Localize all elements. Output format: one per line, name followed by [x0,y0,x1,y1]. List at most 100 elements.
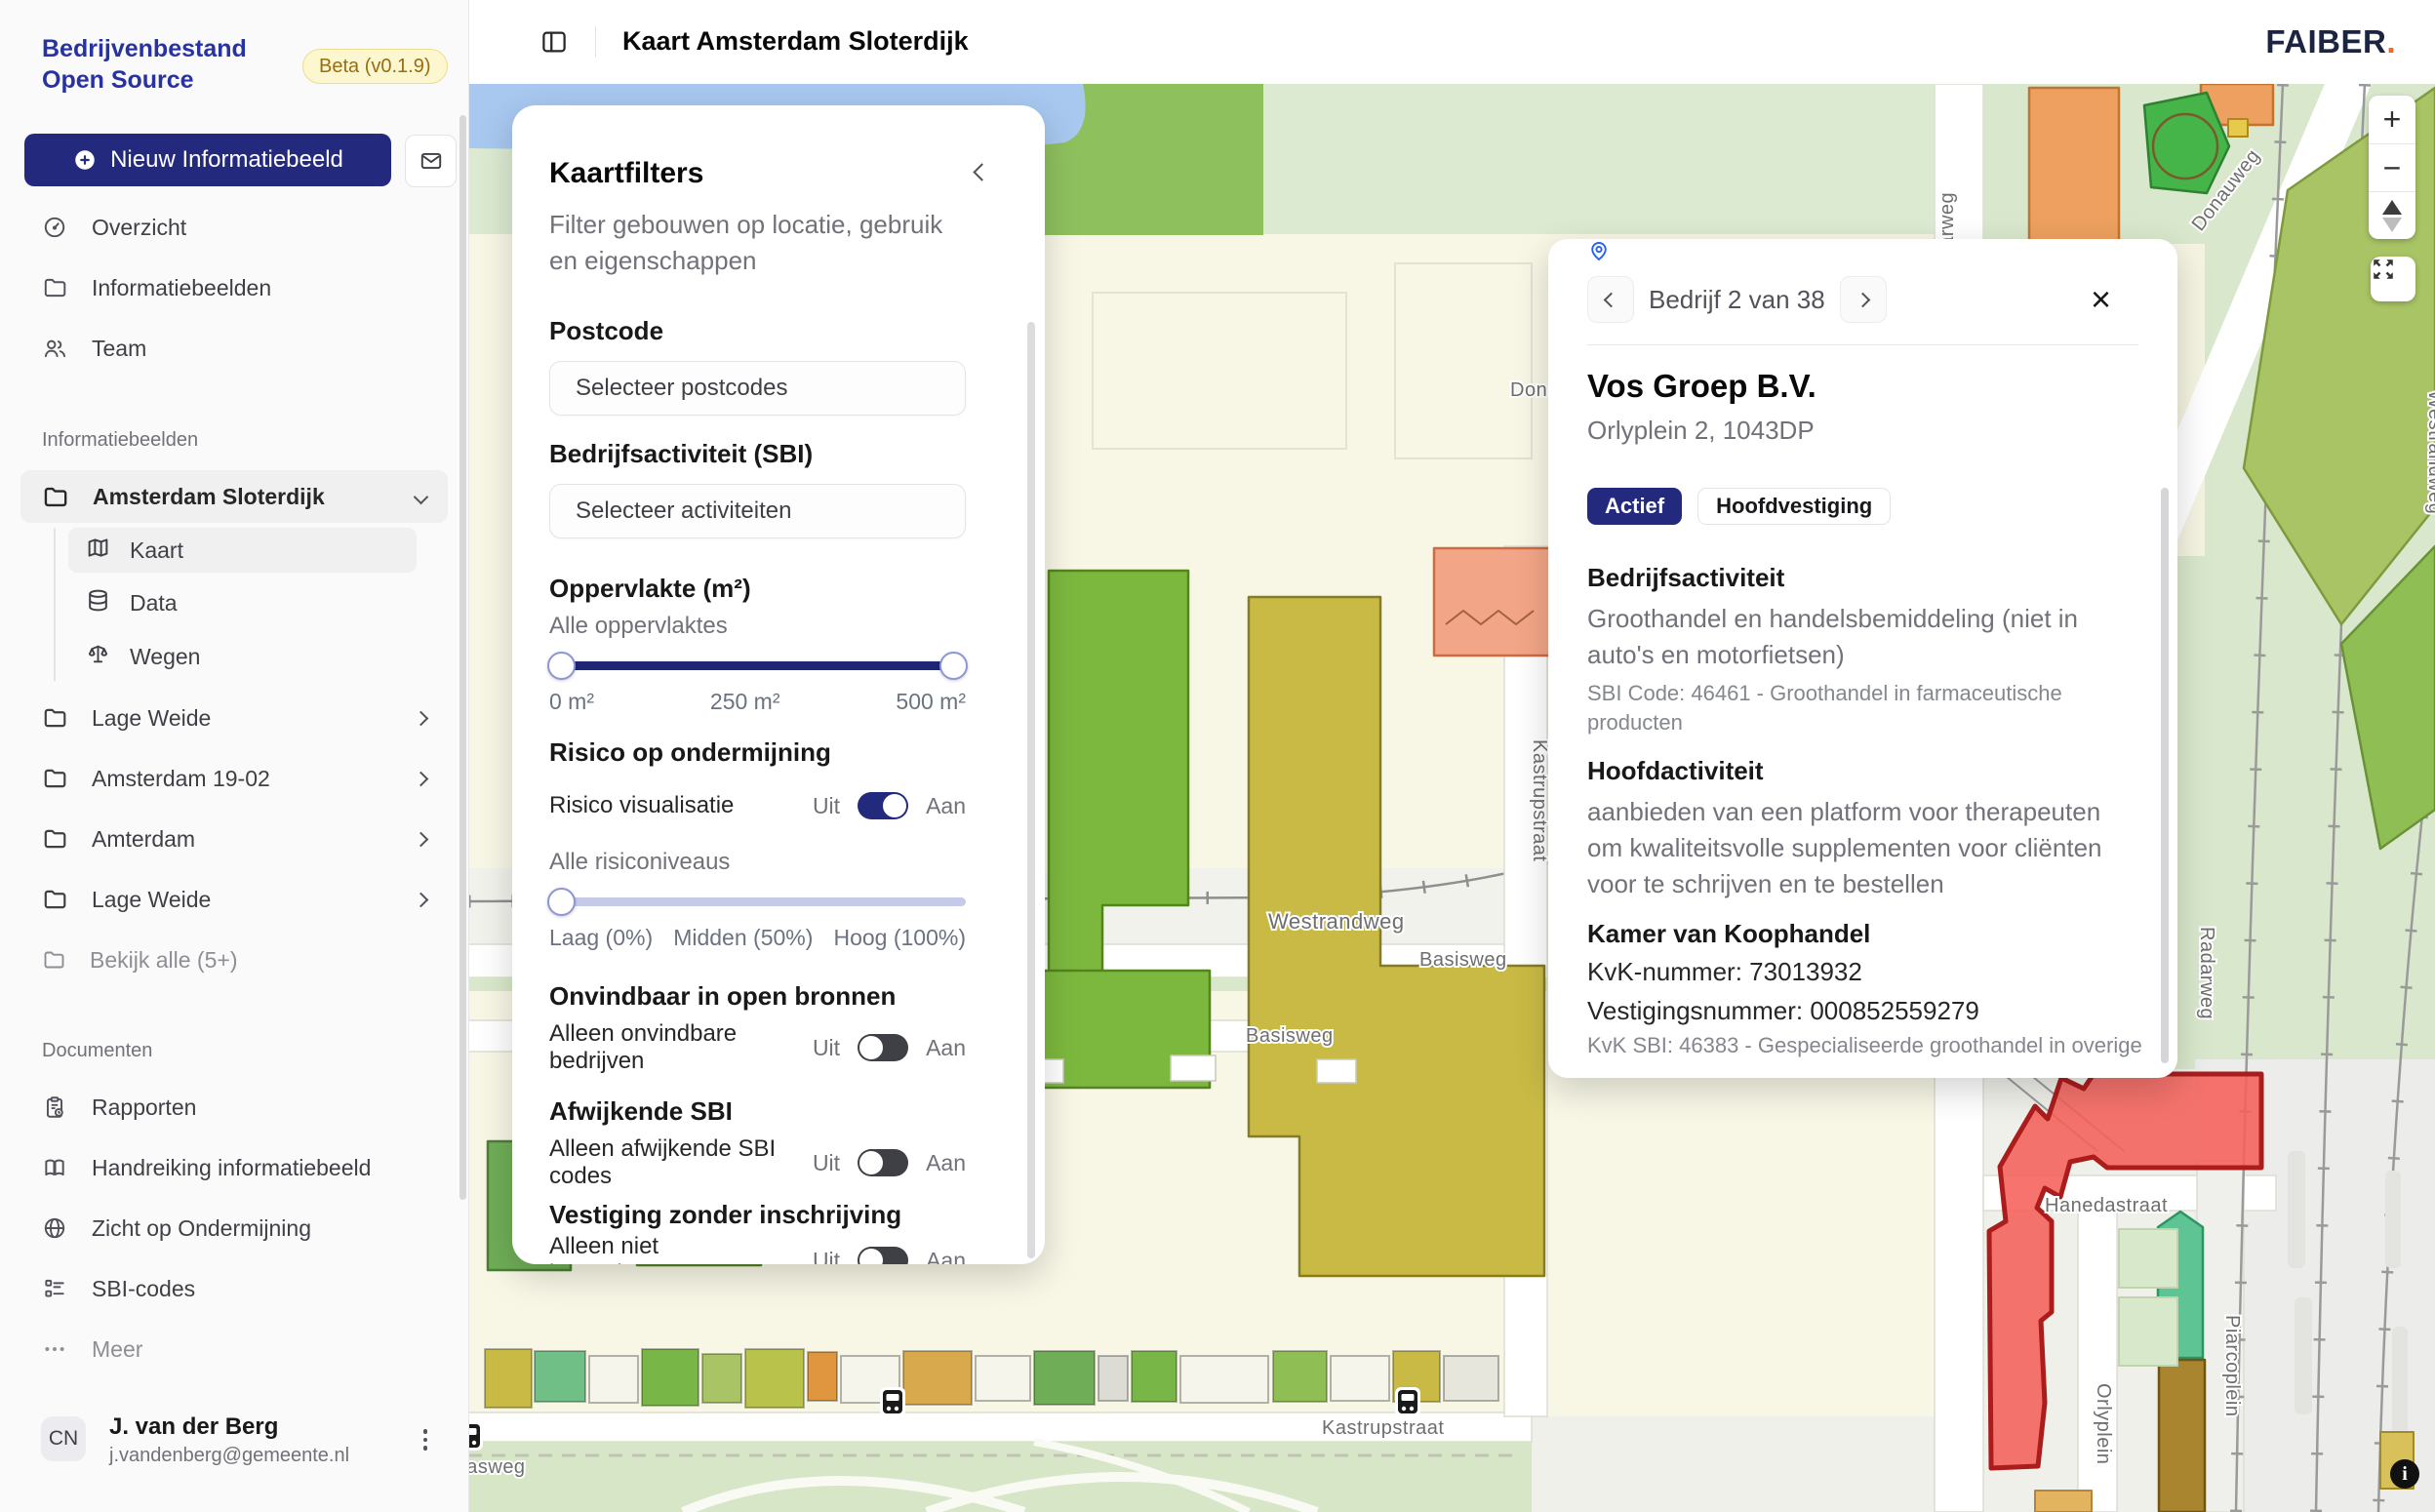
sidebar-subitem-kaart[interactable]: Kaart [68,528,417,573]
unregistered-toggle[interactable] [858,1247,908,1264]
users-icon [42,336,67,361]
chevron-right-icon [414,710,429,726]
slider-handle[interactable] [547,888,576,916]
street-label: Westrandweg [1268,909,1405,934]
sidebar-item-rapporten[interactable]: Rapporten [20,1081,448,1134]
sidebar-subitem-data[interactable]: Data [68,580,417,625]
sidebar-folder-lage-weide[interactable]: Lage Weide [20,692,448,744]
fullscreen-button[interactable] [2371,257,2415,301]
unregistered-label: Vestiging zonder inschrijving [549,1200,966,1229]
compass-icon [2382,200,2402,232]
risk-toggle-label: Risico visualisatie [549,792,795,819]
close-icon[interactable]: × [2091,282,2111,317]
off-label: Uit [813,793,840,819]
sidebar-subitem-wegen[interactable]: Wegen [68,634,417,679]
sidebar-folder-amsterdam-19-02[interactable]: Amsterdam 19-02 [20,752,448,805]
mail-button[interactable] [405,135,457,187]
divider [595,26,596,58]
slider-handle-max[interactable] [939,652,968,680]
street-label: Basisweg [1419,949,1507,971]
area-label: Oppervlakte (m²) [549,574,966,603]
sidebar-item-overzicht[interactable]: Overzicht [20,201,448,254]
previous-company-button[interactable] [1587,276,1634,323]
map-icon [86,536,110,566]
popup-scrollbar[interactable] [2161,488,2169,1063]
sbi-label: Bedrijfsactiviteit (SBI) [549,439,966,468]
deviant-toggle-label: Alleen afwijkende SBI codes [549,1135,795,1190]
map-pin-icon [1587,239,1611,262]
risk-tick-high: Hoog (100%) [833,923,966,952]
sidebar-folder-lage-weide-2[interactable]: Lage Weide [20,873,448,926]
panel-left-icon [539,27,569,57]
postcode-select[interactable]: Selecteer postcodes [549,361,966,416]
section-documenten: Documenten [42,1040,152,1062]
section-informatiebeelden: Informatiebeelden [42,429,198,452]
folder-icon [42,766,67,791]
map-filters-panel: Kaartfilters Filter gebouwen op locatie,… [512,105,1045,1264]
filter-panel-scrollbar[interactable] [1027,322,1035,1258]
toggle-knob [859,1151,883,1174]
top-bar: Kaart Amsterdam Sloterdijk FAIBER. [468,0,2435,84]
book-open-icon [42,1155,67,1180]
zoom-in-button[interactable]: + [2369,96,2415,143]
folder-icon [42,275,67,300]
company-detail-popup: Bedrijf 2 van 38 × Vos Groep B.V. Orlypl… [1548,239,2177,1078]
deviant-sbi-toggle[interactable] [858,1149,908,1176]
sidebar-item-handreiking[interactable]: Handreiking informatiebeeld [20,1141,448,1194]
vestigings-number: Vestigingsnummer: 000852559279 [1587,994,2138,1027]
sidebar: BedrijvenbestandOpen Source Beta (v0.1.9… [0,0,469,1512]
kvk-heading: Kamer van Koophandel [1587,918,2138,949]
sidebar-item-informatiebeelden[interactable]: Informatiebeelden [20,261,448,314]
sidebar-toggle-button[interactable] [537,25,572,59]
sidebar-folder-amsterdam-sloterdijk[interactable]: Amsterdam Sloterdijk [20,470,448,523]
slider-handle-min[interactable] [547,652,576,680]
database-icon [86,588,110,618]
sidebar-item-zicht-op-ondermijning[interactable]: Zicht op Ondermijning [20,1202,448,1254]
next-company-button[interactable] [1840,276,1887,323]
risk-levels-sublabel: Alle risiconiveaus [549,847,966,878]
unfindable-toggle[interactable] [858,1034,908,1061]
clipboard-icon [42,1094,67,1120]
zoom-out-button[interactable]: − [2369,143,2415,191]
gauge-icon [42,215,67,240]
user-menu-button[interactable] [414,1426,437,1453]
unfindable-toggle-label: Alleen onvindbare bedrijven [549,1020,795,1075]
compass-button[interactable] [2369,191,2415,239]
attribution-info-button[interactable]: i [2390,1459,2419,1489]
on-label: Aan [926,793,966,819]
toggle-knob [859,1036,883,1059]
postcode-label: Postcode [549,316,966,345]
new-informatiebeeld-button[interactable]: Nieuw Informatiebeeld [24,134,391,186]
risk-tick-low: Laag (0%) [549,923,653,952]
street-label: Radarweg [2196,927,2217,1019]
folder-icon [42,484,68,510]
sidebar-view-all[interactable]: Bekijk alle (5+) [20,934,448,986]
page-title: Kaart Amsterdam Sloterdijk [622,26,969,57]
sidebar-item-team[interactable]: Team [20,322,448,375]
sidebar-item-sbi-codes[interactable]: SBI-codes [20,1262,448,1315]
map-canvas[interactable]: Westrandweg Basisweg Basisweg Kastrupstr… [468,84,2435,1512]
area-range-slider[interactable] [549,652,966,679]
area-tick-max: 500 m² [896,687,966,716]
folder-icon [42,887,67,912]
street-label: beasweg [468,1456,526,1478]
sidebar-item-meer[interactable]: Meer [20,1323,448,1375]
sbi-select[interactable]: Selecteer activiteiten [549,484,966,538]
risk-tick-mid: Midden (50%) [673,923,813,952]
kvk-number: KvK-nummer: 73013932 [1587,955,2138,988]
slider-track [549,897,966,906]
risk-level-slider[interactable] [549,888,966,915]
sidebar-scrollbar[interactable] [459,115,466,1200]
avatar: CN [41,1416,86,1461]
sidebar-folder-amterdam[interactable]: Amterdam [20,813,448,865]
deviant-sbi-label: Afwijkende SBI [549,1096,966,1126]
filters-title: Kaartfilters [549,156,966,191]
risk-visualisation-toggle[interactable] [858,792,908,819]
toggle-knob [859,1249,883,1264]
chevron-left-icon [1603,292,1618,307]
status-badge-active: Actief [1587,488,1682,525]
plus-circle-icon [72,147,98,173]
user-name: J. van der Berg [109,1413,278,1441]
folder-icon [42,948,65,972]
collapse-panel-icon[interactable] [973,163,990,180]
